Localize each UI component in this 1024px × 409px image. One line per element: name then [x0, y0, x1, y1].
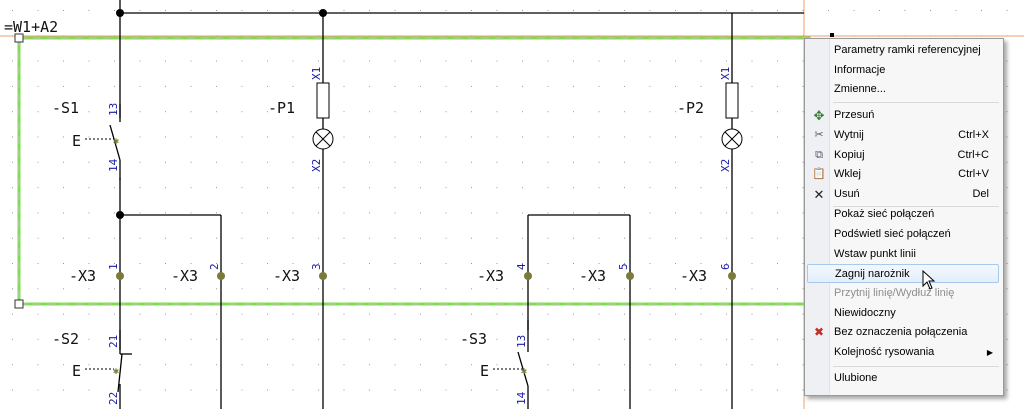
menu-separator: [833, 102, 999, 103]
paste-icon: 📋: [812, 168, 826, 180]
svg-text:✱: ✱: [113, 366, 119, 377]
scissors-icon: ✂: [814, 129, 824, 141]
device-label-p2: -P2: [677, 99, 704, 117]
menu-item-invisible[interactable]: Niewidoczny: [807, 304, 999, 323]
device-label-p1: -P1: [268, 99, 295, 117]
device-label-s2: -S2: [52, 330, 79, 348]
menu-item-shortcut: Del: [972, 188, 989, 200]
copy-icon: ⧉: [815, 149, 823, 161]
menu-item-label: Wstaw punkt linii: [834, 248, 916, 260]
menu-item-shortcut: Ctrl+X: [958, 129, 989, 141]
menu-item-shortcut: Ctrl+V: [958, 168, 989, 180]
menu-item-insert-line-point[interactable]: Wstaw punkt linii: [807, 245, 999, 264]
pin-label: X2: [719, 159, 732, 172]
pin-label: X1: [719, 67, 732, 80]
pin-label: 6: [719, 263, 732, 270]
menu-item-move[interactable]: ✥ Przesuń: [807, 106, 999, 125]
menu-item-label: Zagnij narożnik: [835, 268, 910, 280]
no-connection-mark-icon: ✖: [813, 325, 825, 339]
pin-label: 13: [107, 103, 120, 116]
device-label-x3: -X3: [273, 267, 300, 285]
menu-item-label: Informacje: [834, 64, 886, 76]
svg-text:✱: ✱: [113, 136, 119, 147]
reference-frame-title: =W1+A2: [4, 18, 58, 36]
menu-item-label: Parametry ramki referencyjnej: [834, 44, 981, 56]
menu-item-label: Wklej: [834, 168, 861, 180]
menu-item-reference-frame-params[interactable]: Parametry ramki referencyjnej: [807, 41, 999, 60]
delete-icon: ✕: [813, 187, 825, 202]
menu-item-show-net[interactable]: Pokaż sieć połączeń: [807, 205, 999, 224]
pin-label: X2: [310, 159, 323, 172]
menu-item-label: Kolejność rysowania: [834, 346, 935, 358]
pin-label: 13: [515, 335, 528, 348]
move-icon: ✥: [813, 108, 825, 123]
menu-item-delete[interactable]: ✕ Usuń Del: [807, 185, 999, 204]
menu-item-bend-corner[interactable]: Zagnij narożnik: [807, 264, 999, 283]
menu-item-label: Wytnij: [834, 129, 864, 141]
device-label-x3: -X3: [171, 267, 198, 285]
menu-item-highlight-net[interactable]: Podświetl sieć połączeń: [807, 225, 999, 244]
menu-item-label: Usuń: [834, 188, 860, 200]
menu-item-shortcut: Ctrl+C: [957, 149, 989, 161]
svg-text:✱: ✱: [521, 366, 527, 377]
menu-item-cut[interactable]: ✂ Wytnij Ctrl+X: [807, 126, 999, 145]
pin-label: 4: [515, 263, 528, 270]
device-label-x3: -X3: [579, 267, 606, 285]
pin-label: 21: [107, 335, 120, 348]
pin-label: 3: [310, 263, 323, 270]
pin-label: 22: [107, 392, 120, 405]
mouse-pointer-icon: [922, 270, 936, 290]
pin-label: 14: [107, 158, 120, 172]
menu-item-drawing-order[interactable]: Kolejność rysowania ▶: [807, 343, 999, 362]
menu-separator: [833, 366, 999, 367]
menu-item-label: Przesuń: [834, 109, 875, 121]
pin-label: 2: [208, 263, 221, 270]
context-menu[interactable]: Parametry ramki referencyjnej Informacje…: [804, 38, 1004, 396]
menu-item-label: Podświetl sieć połączeń: [834, 228, 951, 240]
menu-item-label: Kopiuj: [834, 149, 865, 161]
pin-label: 14: [515, 391, 528, 405]
menu-item-favorites[interactable]: Ulubione: [807, 369, 999, 388]
cursor-marker: [830, 33, 834, 37]
menu-item-trim-extend-line[interactable]: Przytnij linię/Wydłuż linię: [807, 284, 999, 303]
actuator-symbol: E: [72, 132, 81, 150]
menu-item-label: Pokaż sieć połączeń: [834, 208, 935, 220]
frame-handle-bottom-left[interactable]: [14, 299, 24, 309]
menu-item-label: Bez oznaczenia połączenia: [834, 326, 968, 338]
menu-item-info[interactable]: Informacje: [807, 61, 999, 80]
menu-item-label: Zmienne...: [834, 83, 886, 95]
actuator-symbol: E: [72, 362, 81, 380]
menu-item-label: Ulubione: [834, 372, 878, 384]
pin-label: 1: [107, 263, 120, 270]
pin-label: X1: [310, 67, 323, 80]
device-label-s3: -S3: [460, 330, 487, 348]
actuator-symbol: E: [480, 362, 489, 380]
menu-item-paste[interactable]: 📋 Wklej Ctrl+V: [807, 165, 999, 184]
menu-item-variables[interactable]: Zmienne...: [807, 80, 999, 99]
menu-item-label: Niewidoczny: [834, 307, 896, 319]
device-label-x3: -X3: [69, 267, 96, 285]
device-label-s1: -S1: [52, 99, 79, 117]
menu-item-copy[interactable]: ⧉ Kopiuj Ctrl+C: [807, 146, 999, 165]
device-label-x3: -X3: [680, 267, 707, 285]
device-label-x3: -X3: [477, 267, 504, 285]
submenu-arrow-icon: ▶: [986, 348, 993, 357]
pin-label: 5: [617, 263, 630, 270]
menu-item-no-connection-mark[interactable]: ✖ Bez oznaczenia połączenia: [807, 323, 999, 342]
